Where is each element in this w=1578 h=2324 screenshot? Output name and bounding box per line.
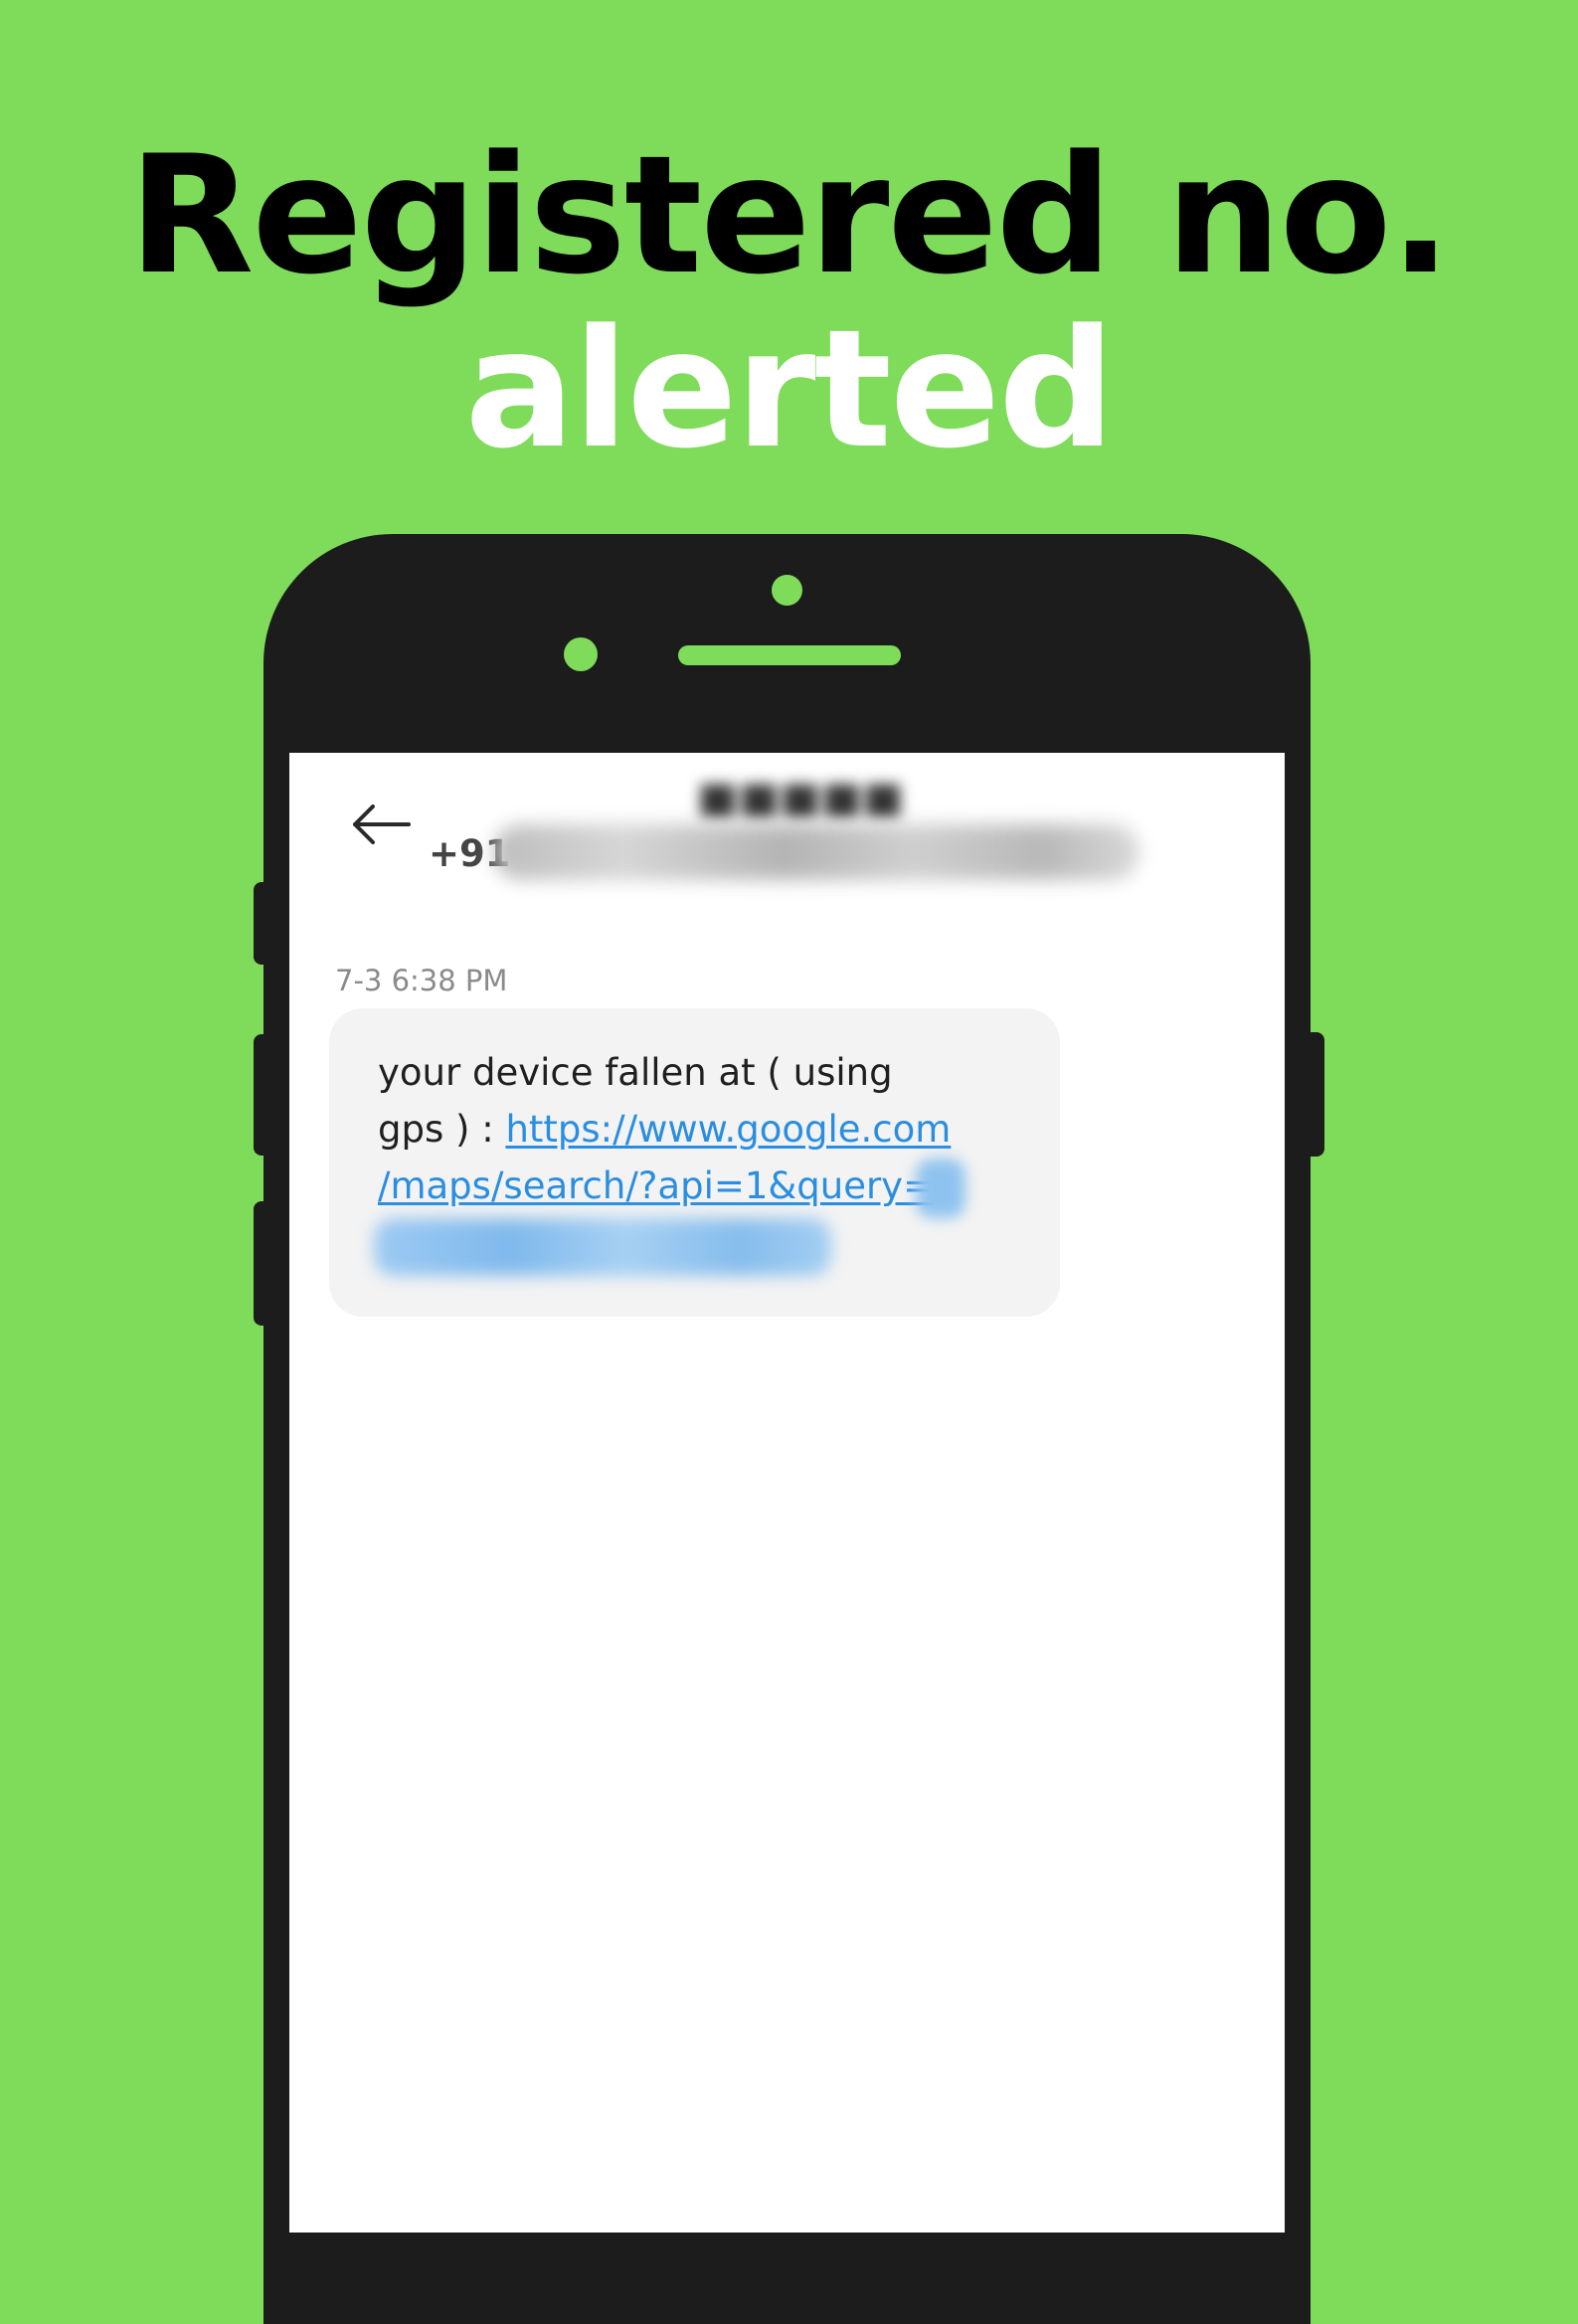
earpiece-speaker bbox=[678, 645, 901, 665]
link-coordinates-redacted-1 bbox=[916, 1159, 965, 1218]
back-arrow-icon[interactable] bbox=[351, 803, 411, 846]
headline-alerted: alerted bbox=[464, 294, 1115, 484]
message-timestamp: 7-3 6:38 PM bbox=[335, 964, 508, 997]
message-text-gps: gps ) : bbox=[378, 1108, 506, 1151]
front-camera-dot bbox=[772, 575, 802, 606]
message-text-line2: gps ) : https://www.google.com bbox=[378, 1111, 951, 1148]
maps-link-line1[interactable]: https://www.google.com bbox=[505, 1108, 951, 1151]
headline-registered: Registered no. bbox=[128, 120, 1452, 310]
link-coordinates-redacted-2 bbox=[374, 1218, 831, 1276]
phone-screen: ■■■■■ +91 7-3 6:38 PM your device fallen… bbox=[289, 753, 1285, 2233]
contact-number-redacted bbox=[493, 824, 1140, 880]
message-text-line1: your device fallen at ( using bbox=[378, 1051, 893, 1094]
contact-name-redacted: ■■■■■ bbox=[697, 773, 904, 823]
maps-link-line2[interactable]: /maps/search/?api=1&query= bbox=[378, 1167, 934, 1204]
sensor-dot bbox=[564, 637, 598, 671]
